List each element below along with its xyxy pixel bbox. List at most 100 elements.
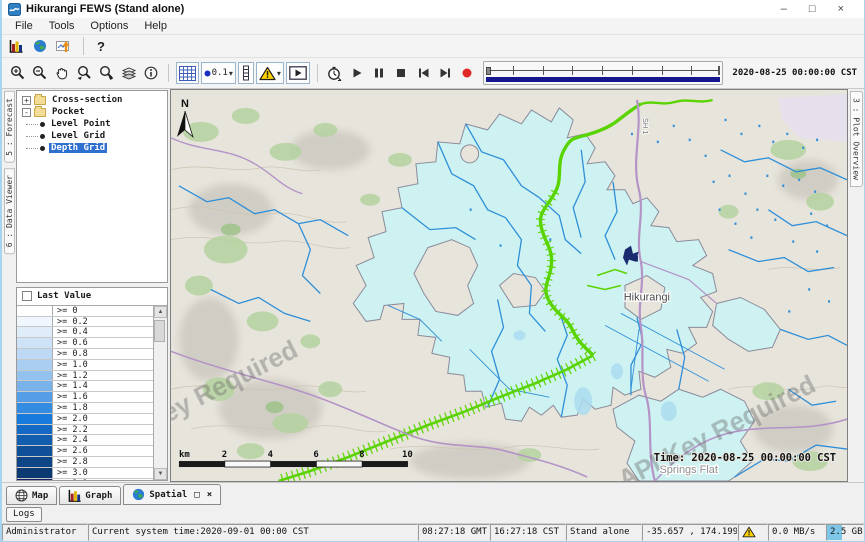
minimize-button[interactable]: – [781,0,787,18]
tree-item-pocket[interactable]: -Pocket [17,106,167,118]
legend-row[interactable]: >= 2.0 [17,414,153,425]
logs-button[interactable]: Logs [6,507,42,522]
tab-graph[interactable]: Graph [59,486,121,505]
legend-swatch [17,457,53,467]
help-button[interactable]: ? [93,39,109,54]
layers-icon [121,65,137,81]
left-tab-strip: 5 : Forecast 6 : Data Viewer [2,89,16,482]
warnings-dropdown[interactable]: ▾ [256,62,284,84]
tree-item-level-grid[interactable]: Level Grid [17,130,167,142]
legend-row[interactable]: >= 0.2 [17,317,153,328]
legend-row[interactable]: >= 3.0 [17,468,153,479]
zoom-next-button[interactable] [96,62,116,84]
grid-display-button[interactable] [176,62,199,84]
map-time-label: Time: 2020-08-25 00:00:00 CST [654,452,836,464]
animation-movie-button[interactable] [286,62,310,84]
tab-restore-icon[interactable]: □ [194,490,199,500]
legend-row[interactable]: >= 1.0 [17,360,153,371]
tab-close-icon[interactable]: × [207,490,212,500]
legend-class-label: >= 1.0 [53,360,153,370]
tab-spatial[interactable]: Spatial □ × [123,484,221,505]
legend-row[interactable]: >= 2.2 [17,425,153,436]
info-button[interactable] [141,62,161,84]
tree-item-depth-grid[interactable]: Depth Grid [17,142,167,154]
pause-icon [373,67,385,79]
tree-item-level-point[interactable]: Level Point [17,118,167,130]
timeline-tick [602,66,603,75]
zoom-in-button[interactable] [8,62,28,84]
legend-row[interactable]: >= 0.6 [17,338,153,349]
tab-data-viewer[interactable]: 6 : Data Viewer [4,168,15,254]
legend-row[interactable]: >= 1.8 [17,403,153,414]
dot-icon [204,70,211,77]
alarm-clock-icon [326,65,343,82]
menu-item-help[interactable]: Help [137,19,174,33]
legend-row[interactable]: >= 1.4 [17,381,153,392]
animation-timer-button[interactable] [325,62,345,84]
tree-expander-icon[interactable]: + [22,96,31,105]
last-value-checkbox[interactable] [22,291,32,301]
toolbar-separator [83,37,84,55]
pause-button[interactable] [369,62,389,84]
timeline-tick [662,66,663,75]
legend-class-label: >= 1.2 [53,371,153,381]
menu-item-file[interactable]: File [8,19,40,33]
step-forward-button[interactable] [435,62,455,84]
timeline-end-cap [718,66,720,75]
bullet-icon [40,146,45,151]
tree-item-cross-section[interactable]: +Cross-section [17,94,167,106]
play-button[interactable] [347,62,367,84]
legend-row[interactable]: >= 0.8 [17,349,153,360]
menu-item-tools[interactable]: Tools [42,19,82,33]
legend-scrollbar[interactable]: ▲ ▼ [154,306,167,480]
tab-forecast[interactable]: 5 : Forecast [4,91,15,163]
record-button[interactable] [457,62,477,84]
legend-row[interactable]: >= 0.4 [17,327,153,338]
class-interval-dropdown[interactable]: 0.1 ▾ [201,62,236,84]
wire-globe-icon [15,489,28,502]
zoom-previous-button[interactable] [74,62,94,84]
zoom-out-button[interactable] [30,62,50,84]
scroll-thumb[interactable] [154,320,165,342]
map-display-button[interactable] [30,36,50,56]
database-logs-button[interactable] [6,36,26,56]
legend-row[interactable]: >= 2.4 [17,435,153,446]
legend-class-label: >= 0.8 [53,349,153,359]
tree-expander-icon[interactable]: - [22,108,31,117]
legend-row[interactable]: >= 2.6 [17,446,153,457]
pan-button[interactable] [52,62,72,84]
legend-row[interactable]: >= 2.8 [17,457,153,468]
scale-ruler-icon [241,65,251,81]
tab-plot-overview[interactable]: 3 : Plot Overview [850,91,863,187]
stop-button[interactable] [391,62,411,84]
maximize-button[interactable]: □ [809,0,816,18]
legend-class-label: >= 0.6 [53,338,153,348]
scroll-up-icon[interactable]: ▲ [154,306,167,318]
info-icon [143,65,159,81]
scale-unit: km [179,450,190,460]
map-canvas[interactable]: API Key Required API Key Required Hikura… [171,90,847,481]
legend-row[interactable]: >= 0 [17,306,153,317]
tab-map[interactable]: Map [6,486,57,505]
timeline-handle[interactable] [486,67,491,75]
timeline-slider[interactable] [483,61,723,85]
status-warning-cell[interactable] [738,524,768,541]
menu-bar: FileToolsOptionsHelp [2,18,864,35]
app-logo-icon [8,3,21,16]
close-button[interactable]: × [838,0,844,18]
status-gmt-time: 08:27:18 GMT [418,524,490,541]
menu-item-options[interactable]: Options [83,19,135,33]
legend-row[interactable]: >= 3.2 [17,479,153,480]
status-memory[interactable]: 2.5 GB [826,524,864,541]
legend-row[interactable]: >= 1.2 [17,371,153,382]
tree-item-label: Level Grid [49,131,107,141]
timeline-range-bar [486,77,720,82]
layers-button[interactable] [118,62,138,84]
tab-spatial-label: Spatial [149,490,187,500]
scale-bar-button[interactable] [238,62,254,84]
scroll-down-icon[interactable]: ▼ [154,468,167,480]
export-timeseries-button[interactable] [54,36,74,56]
legend-row[interactable]: >= 1.6 [17,392,153,403]
bullet-icon [40,122,45,127]
step-back-button[interactable] [413,62,433,84]
